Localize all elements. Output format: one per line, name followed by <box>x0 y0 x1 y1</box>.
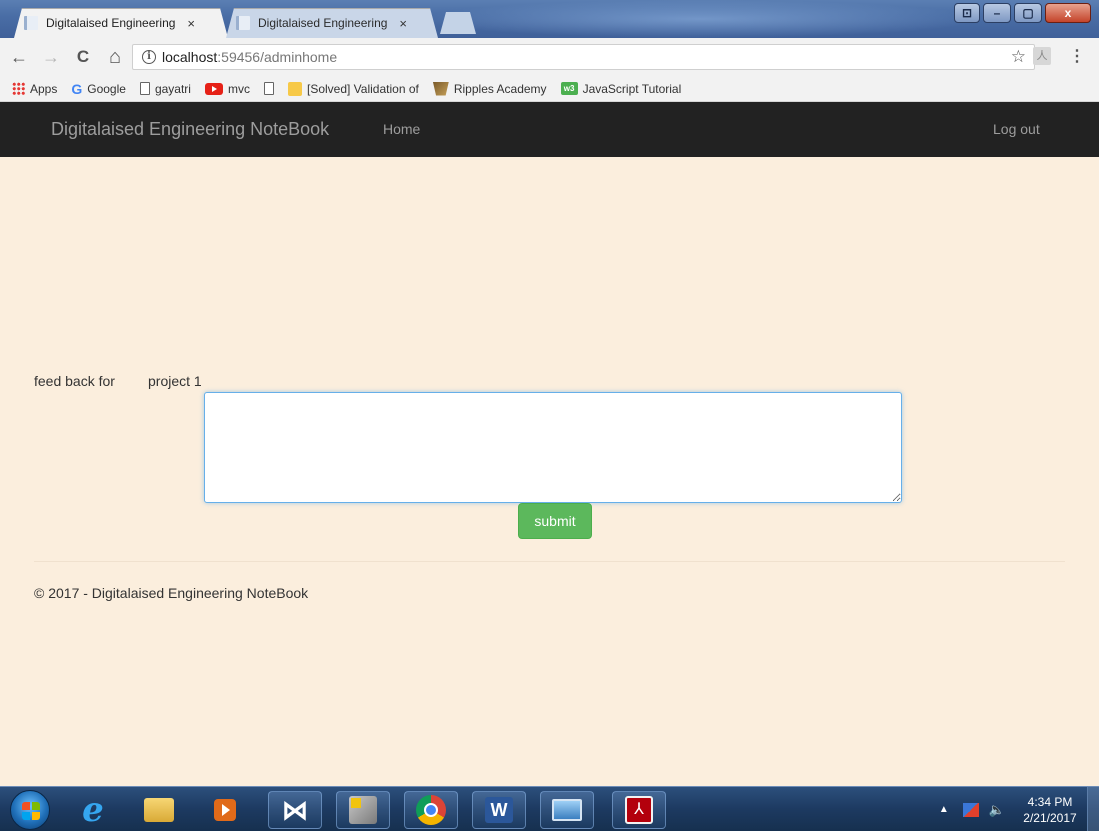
bookmark-label: mvc <box>227 81 250 96</box>
back-arrow-icon[interactable]: ← <box>6 47 32 68</box>
bookmark-mvc[interactable]: mvc <box>204 81 250 96</box>
new-tab-button[interactable] <box>440 12 476 34</box>
bookmark-label: Apps <box>30 81 58 96</box>
chrome-icon <box>416 795 446 825</box>
clock-date: 2/21/2017 <box>1023 810 1077 825</box>
taskbar-word[interactable]: W <box>472 791 526 829</box>
acrobat-extension-icon[interactable]: 人 <box>1033 47 1051 65</box>
bookmark-apps[interactable]: Apps <box>12 82 57 96</box>
home-icon[interactable]: ⌂ <box>102 46 128 69</box>
windows-taskbar: e ⋈ W ⅄ ▲ 🔈 4:34 PM 2/21/2017 <box>0 786 1099 831</box>
bookmark-label: [Solved] Validation of <box>306 81 419 96</box>
titlebar-glow <box>420 0 980 38</box>
page-icon <box>263 82 274 95</box>
toolbar-right: 人 ⋮ <box>1033 46 1085 66</box>
youtube-icon <box>204 82 223 95</box>
volume-icon[interactable]: 🔈 <box>989 802 1005 818</box>
bookmark-label: Ripples Academy <box>453 81 547 96</box>
acrobat-icon: ⅄ <box>625 796 653 824</box>
stackoverflow-icon <box>287 81 302 96</box>
taskbar-media-player[interactable] <box>198 791 252 829</box>
bookmark-google[interactable]: G Google <box>71 81 126 97</box>
site-navbar: Digitalaised Engineering NoteBook Home L… <box>0 102 1099 157</box>
clock[interactable]: 4:34 PM 2/21/2017 <box>1021 794 1079 826</box>
w3schools-icon: w3 <box>560 82 578 95</box>
apps-grid-icon <box>12 82 25 95</box>
screen-capture-icon <box>552 799 582 821</box>
tab-close-icon[interactable]: × <box>399 16 407 31</box>
tab-label: Digitalaised Engineering <box>258 16 388 30</box>
tab-inactive[interactable]: Digitalaised Engineering × <box>226 8 438 38</box>
tools-icon <box>349 796 377 824</box>
taskbar-visual-studio[interactable]: ⋈ <box>268 791 322 829</box>
forward-arrow-icon[interactable]: → <box>38 47 64 68</box>
tab-close-icon[interactable]: × <box>187 16 195 31</box>
word-icon: W <box>485 797 513 823</box>
info-icon[interactable]: i <box>142 50 156 64</box>
browser-titlebar: Digitalaised Engineering × Digitalaised … <box>0 0 1099 38</box>
google-g-icon: G <box>71 80 83 97</box>
reload-icon[interactable]: C <box>70 47 96 67</box>
bookmark-star-icon[interactable]: ☆ <box>1011 47 1026 67</box>
taskbar-chrome[interactable] <box>404 791 458 829</box>
tray-expand-icon[interactable]: ▲ <box>939 804 949 815</box>
bookmark-javascript-tutorial[interactable]: w3 JavaScript Tutorial <box>560 81 682 96</box>
bookmark-untitled[interactable] <box>263 82 274 95</box>
folder-icon <box>144 798 174 822</box>
address-bar[interactable]: i localhost:59456/adminhome ☆ <box>132 44 1035 70</box>
taskbar-internet-explorer[interactable]: e <box>66 790 120 830</box>
profile-icon[interactable]: ⊡ <box>954 3 980 23</box>
feedback-label: feed back for <box>34 373 115 389</box>
nav-home-link[interactable]: Home <box>383 121 420 137</box>
browser-toolbar: ← → C ⌂ i localhost:59456/adminhome ☆ 人 … <box>0 38 1099 76</box>
media-player-icon <box>214 799 236 821</box>
page-icon <box>139 82 150 95</box>
clock-time: 4:34 PM <box>1027 794 1073 809</box>
feedback-textarea[interactable] <box>204 392 902 503</box>
bookmark-gayatri[interactable]: gayatri <box>139 81 191 96</box>
brand-link[interactable]: Digitalaised Engineering NoteBook <box>51 119 329 140</box>
ripples-icon <box>432 81 449 96</box>
url-path: :59456/adminhome <box>217 49 338 65</box>
browser-menu-icon[interactable]: ⋮ <box>1069 46 1085 66</box>
maximize-button[interactable]: ▢ <box>1014 3 1042 23</box>
tab-label: Digitalaised Engineering <box>46 16 176 30</box>
taskbar-file-explorer[interactable] <box>132 791 186 829</box>
internet-explorer-icon: e <box>82 790 104 830</box>
page-favicon-icon <box>236 16 250 30</box>
bookmark-label: Google <box>87 81 126 96</box>
bookmark-label: JavaScript Tutorial <box>582 81 682 96</box>
taskbar-tools[interactable] <box>336 791 390 829</box>
start-button[interactable] <box>10 790 50 830</box>
show-desktop-button[interactable] <box>1087 787 1099 831</box>
url-host: localhost <box>162 49 218 65</box>
project-label: project 1 <box>148 373 202 389</box>
logout-link[interactable]: Log out <box>993 121 1040 137</box>
taskbar-screen-capture[interactable] <box>540 791 594 829</box>
bookmark-label: gayatri <box>154 81 191 96</box>
page-favicon-icon <box>24 16 38 30</box>
footer-copyright: © 2017 - Digitalaised Engineering NoteBo… <box>34 585 309 601</box>
bookmarks-bar: Apps G Google gayatri mvc [Solved] Valid… <box>0 76 1099 102</box>
system-tray: ▲ 🔈 4:34 PM 2/21/2017 <box>939 787 1099 831</box>
minimize-button[interactable]: – <box>983 3 1011 23</box>
network-icon[interactable] <box>962 802 979 817</box>
bookmark-ripples-academy[interactable]: Ripples Academy <box>432 81 547 96</box>
visual-studio-icon: ⋈ <box>282 794 308 825</box>
close-window-button[interactable]: x <box>1045 3 1091 23</box>
footer-divider <box>34 561 1065 562</box>
window-controls: ⊡ – ▢ x <box>954 3 1091 23</box>
taskbar-acrobat[interactable]: ⅄ <box>612 791 666 829</box>
submit-button[interactable]: submit <box>518 503 592 539</box>
tab-active[interactable]: Digitalaised Engineering × <box>14 8 228 38</box>
bookmark-solved-validation[interactable]: [Solved] Validation of <box>287 81 419 96</box>
